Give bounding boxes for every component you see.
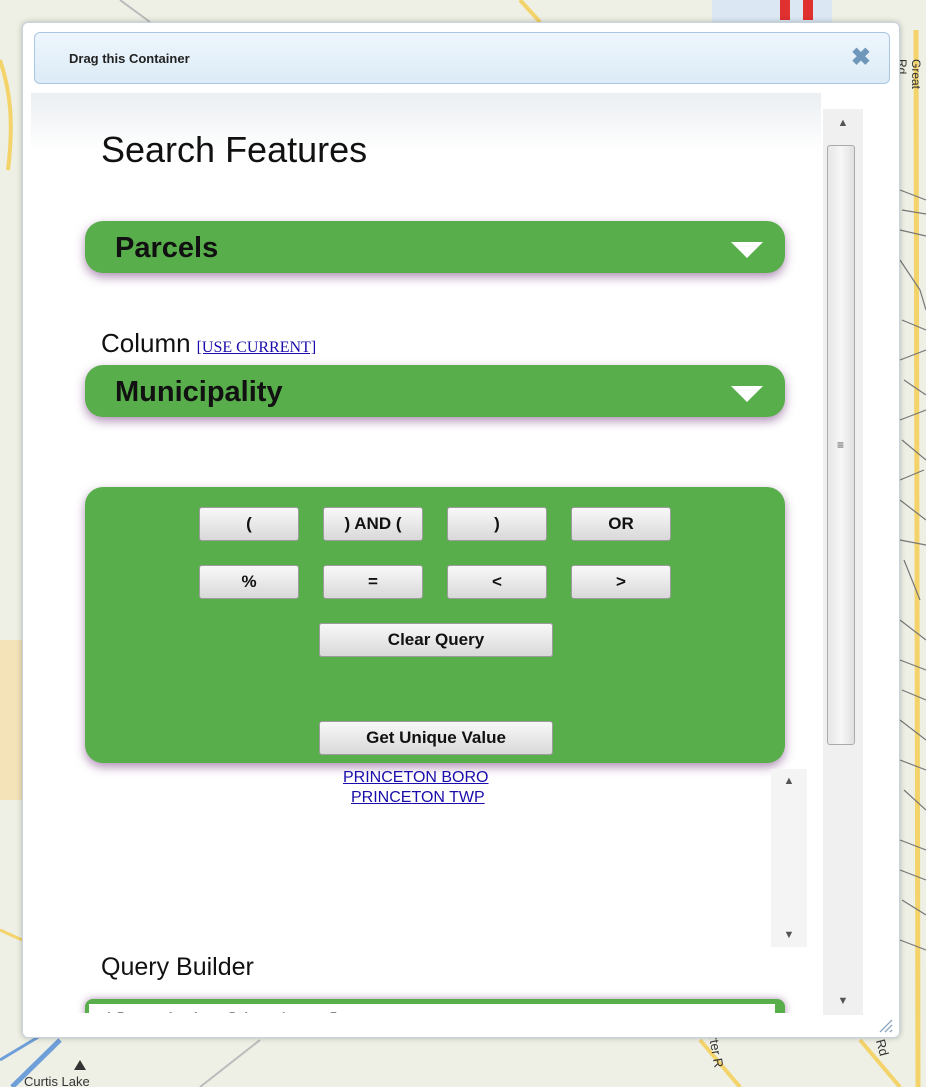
equals-button[interactable]: =	[323, 565, 423, 599]
clear-query-button[interactable]: Clear Query	[319, 623, 553, 657]
scroll-down-icon[interactable]: ▼	[771, 929, 807, 941]
open-paren-button[interactable]: (	[199, 507, 299, 541]
drag-title: Drag this Container	[69, 51, 190, 66]
resize-grip-icon[interactable]	[877, 1017, 893, 1033]
column-label: Column	[101, 328, 191, 358]
grip-icon: ≡	[837, 438, 845, 452]
search-features-panel: Drag this Container ✖ Search Features Pa…	[22, 22, 900, 1038]
panel-scrollbar[interactable]: ▲ ≡ ▼	[823, 109, 863, 1015]
close-icon[interactable]: ✖	[851, 43, 871, 72]
layer-select[interactable]: Parcels	[85, 221, 785, 273]
list-item[interactable]: PRINCETON TWP	[351, 789, 485, 807]
chevron-down-icon	[731, 386, 763, 402]
use-current-link[interactable]: [USE CURRENT]	[197, 339, 317, 356]
unique-values-scrollbar[interactable]: ▲ ▼	[771, 769, 807, 947]
scroll-up-icon[interactable]: ▲	[771, 775, 807, 787]
column-select-value: Municipality	[115, 376, 283, 408]
chevron-down-icon	[731, 242, 763, 258]
and-button[interactable]: ) AND (	[323, 507, 423, 541]
scroll-thumb[interactable]: ≡	[827, 145, 855, 745]
like-button[interactable]: %	[199, 565, 299, 599]
unique-values-list: PRINCETON BORO PRINCETON TWP	[85, 769, 785, 947]
less-than-button[interactable]: <	[447, 565, 547, 599]
drag-handle[interactable]: Drag this Container ✖	[34, 32, 890, 84]
column-select[interactable]: Municipality	[85, 365, 785, 417]
layer-select-value: Parcels	[115, 232, 219, 264]
query-builder-container: ([Municipality|MUN]	[85, 999, 785, 1013]
query-builder-label: Query Builder	[101, 953, 254, 981]
page-title: Search Features	[101, 129, 368, 170]
panel-content: Search Features Parcels Column [USE CURRE…	[31, 93, 821, 1013]
place-label: Curtis Lake	[24, 1074, 90, 1087]
or-button[interactable]: OR	[571, 507, 671, 541]
list-item[interactable]: PRINCETON BORO	[343, 769, 489, 787]
query-builder-input[interactable]: ([Municipality|MUN]	[89, 1004, 775, 1013]
column-label-row: Column [USE CURRENT]	[101, 328, 316, 359]
scroll-up-icon[interactable]: ▲	[823, 117, 863, 129]
greater-than-button[interactable]: >	[571, 565, 671, 599]
scroll-down-icon[interactable]: ▼	[823, 995, 863, 1007]
operator-panel: ( ) AND ( ) OR % = < > Clear Query Get U…	[85, 487, 785, 763]
get-unique-value-button[interactable]: Get Unique Value	[319, 721, 553, 755]
close-paren-button[interactable]: )	[447, 507, 547, 541]
